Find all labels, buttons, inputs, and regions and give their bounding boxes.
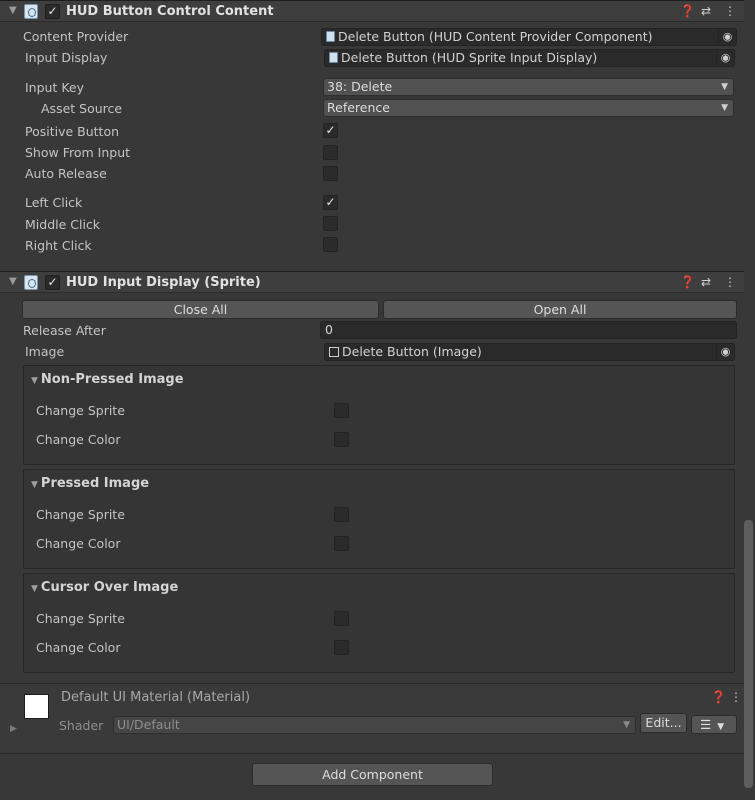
help-icon[interactable]: ❓ [711, 690, 726, 704]
change-sprite-checkbox[interactable] [334, 507, 349, 522]
script-component-icon [24, 4, 38, 19]
material-name: Default UI Material (Material) [61, 690, 251, 705]
foldout-arrow-icon[interactable]: ▼ [9, 276, 17, 287]
image-value: Delete Button (Image) [342, 344, 482, 359]
change-sprite-checkbox[interactable] [334, 403, 349, 418]
script-component-icon [24, 275, 38, 290]
content-provider-value: Delete Button (HUD Content Provider Comp… [338, 29, 653, 44]
foldout-arrow-icon[interactable]: ▶ [10, 724, 17, 734]
component-title: HUD Input Display (Sprite) [66, 275, 261, 290]
shader-value: UI/Default [117, 717, 180, 732]
open-all-button[interactable]: Open All [383, 300, 737, 319]
component-header-hud-button-control[interactable]: ▼ ✓ HUD Button Control Content ❓ ⇄ ⋮ [0, 0, 744, 22]
positive-button-checkbox[interactable]: ✓ [323, 123, 338, 138]
release-after-label: Release After [23, 323, 106, 338]
content-provider-field[interactable]: Delete Button (HUD Content Provider Comp… [321, 28, 737, 46]
cursor-over-image-group: ▼ Cursor Over Image Change Sprite Change … [23, 573, 735, 673]
preset-sliders-icon[interactable]: ⇄ [701, 275, 711, 289]
positive-button-label: Positive Button [25, 124, 120, 139]
chevron-down-icon: ▼ [721, 82, 728, 92]
change-sprite-label: Change Sprite [36, 611, 125, 626]
preset-sliders-icon[interactable]: ⇄ [701, 4, 711, 18]
chevron-down-icon: ▼ [717, 722, 725, 732]
input-key-value: 38: Delete [327, 79, 393, 94]
group-title: Pressed Image [40, 476, 150, 491]
foldout-arrow-icon[interactable]: ▼ [9, 5, 17, 16]
shader-label: Shader [59, 718, 104, 733]
asset-source-label: Asset Source [41, 101, 123, 116]
asset-source-dropdown[interactable]: Reference ▼ [323, 99, 734, 117]
content-provider-label: Content Provider [23, 29, 129, 44]
image-label: Image [25, 344, 65, 359]
kebab-menu-icon[interactable]: ⋮ [724, 275, 736, 289]
object-picker-icon[interactable]: ◉ [716, 344, 734, 360]
component-title: HUD Button Control Content [66, 4, 274, 19]
change-sprite-checkbox[interactable] [334, 611, 349, 626]
script-object-icon [326, 31, 335, 42]
close-all-button[interactable]: Close All [22, 300, 379, 319]
change-color-label: Change Color [36, 432, 121, 447]
show-from-input-label: Show From Input [25, 145, 131, 160]
show-from-input-checkbox[interactable] [323, 145, 338, 160]
foldout-arrow-icon: ▼ [31, 376, 38, 386]
non-pressed-image-group: ▼ Non-Pressed Image Change Sprite Change … [23, 365, 735, 465]
foldout-arrow-icon: ▼ [31, 584, 38, 594]
left-click-checkbox[interactable]: ✓ [323, 195, 338, 210]
kebab-menu-icon[interactable]: ⋮ [724, 4, 736, 18]
pressed-image-group: ▼ Pressed Image Change Sprite Change Colo… [23, 469, 735, 569]
chevron-down-icon: ▼ [623, 720, 630, 730]
script-object-icon [329, 52, 338, 63]
component-header-hud-input-display[interactable]: ▼ ✓ HUD Input Display (Sprite) ❓ ⇄ ⋮ [0, 271, 744, 293]
change-sprite-label: Change Sprite [36, 403, 125, 418]
asset-source-value: Reference [327, 100, 390, 115]
group-title: Non-Pressed Image [40, 372, 184, 387]
change-color-label: Change Color [36, 640, 121, 655]
help-icon[interactable]: ❓ [680, 275, 695, 289]
image-field[interactable]: Delete Button (Image) ◉ [324, 343, 735, 361]
middle-click-label: Middle Click [25, 217, 101, 232]
right-click-checkbox[interactable] [323, 237, 338, 252]
input-display-label: Input Display [25, 50, 108, 65]
shader-edit-button[interactable]: Edit... [640, 713, 687, 733]
component-enabled-checkbox[interactable]: ✓ [45, 275, 60, 290]
change-color-label: Change Color [36, 536, 121, 551]
inspector-scrollbar[interactable] [744, 520, 753, 788]
chevron-down-icon: ▼ [721, 103, 728, 113]
left-click-label: Left Click [25, 195, 83, 210]
object-picker-icon[interactable]: ◉ [718, 29, 736, 45]
input-display-field[interactable]: Delete Button (HUD Sprite Input Display)… [324, 49, 735, 67]
change-color-checkbox[interactable] [334, 536, 349, 551]
release-after-input[interactable]: 0 [320, 321, 737, 339]
change-color-checkbox[interactable] [334, 432, 349, 447]
input-display-value: Delete Button (HUD Sprite Input Display) [341, 50, 598, 65]
add-component-button[interactable]: Add Component [252, 763, 493, 786]
input-key-dropdown[interactable]: 38: Delete ▼ [323, 78, 734, 96]
input-key-label: Input Key [25, 80, 85, 95]
change-color-checkbox[interactable] [334, 640, 349, 655]
auto-release-checkbox[interactable] [323, 166, 338, 181]
cursor-over-image-foldout[interactable]: ▼ Cursor Over Image [31, 580, 178, 595]
image-object-icon [329, 347, 339, 357]
pressed-image-foldout[interactable]: ▼ Pressed Image [31, 476, 149, 491]
change-sprite-label: Change Sprite [36, 507, 125, 522]
kebab-menu-icon[interactable]: ⋮ [730, 690, 742, 704]
shader-dropdown[interactable]: UI/Default ▼ [113, 716, 636, 734]
footer-separator [0, 753, 744, 754]
help-icon[interactable]: ❓ [680, 4, 695, 18]
middle-click-checkbox[interactable] [323, 216, 338, 231]
right-click-label: Right Click [25, 238, 92, 253]
list-icon: ☰ [700, 717, 712, 732]
object-picker-icon[interactable]: ◉ [716, 50, 734, 66]
group-title: Cursor Over Image [40, 580, 179, 595]
material-preview-swatch[interactable] [24, 694, 49, 719]
shader-options-dropdown[interactable]: ☰ ▼ [691, 715, 737, 734]
non-pressed-image-foldout[interactable]: ▼ Non-Pressed Image [31, 372, 184, 387]
auto-release-label: Auto Release [25, 166, 107, 181]
foldout-arrow-icon: ▼ [31, 480, 38, 490]
component-enabled-checkbox[interactable]: ✓ [45, 4, 60, 19]
